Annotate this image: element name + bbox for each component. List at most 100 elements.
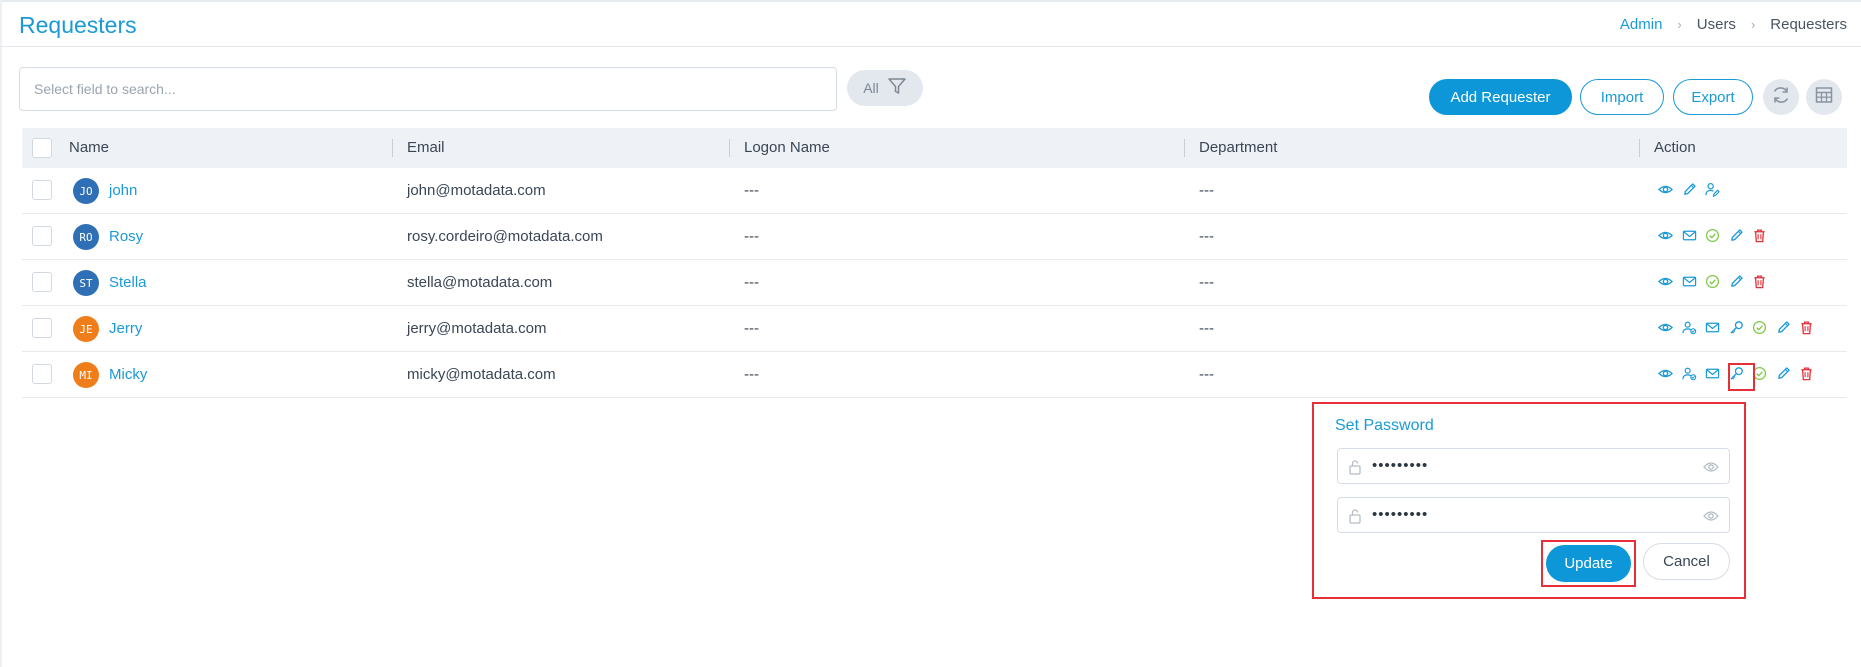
row-checkbox[interactable] (32, 318, 52, 338)
column-divider[interactable] (729, 139, 730, 157)
requester-name-link[interactable]: Rosy (109, 228, 143, 245)
department-cell: --- (1199, 366, 1214, 383)
row-actions (1657, 319, 1822, 336)
left-border (0, 0, 2, 667)
avatar: ST (73, 270, 99, 296)
check-circle-icon[interactable] (1751, 319, 1768, 336)
eye-icon[interactable] (1703, 460, 1719, 478)
breadcrumb-requesters: Requesters (1770, 16, 1847, 33)
column-settings-button[interactable] (1806, 79, 1842, 115)
users-icon[interactable] (1681, 365, 1698, 382)
filter-icon (887, 76, 907, 101)
email-cell: jerry@motadata.com (407, 320, 547, 337)
eye-icon[interactable] (1657, 319, 1674, 336)
column-divider[interactable] (392, 139, 393, 157)
email-cell: rosy.cordeiro@motadata.com (407, 228, 603, 245)
set-password-title: Set Password (1335, 417, 1434, 434)
check-circle-icon[interactable] (1704, 273, 1721, 290)
mail-icon[interactable] (1704, 319, 1721, 336)
eye-icon[interactable] (1657, 365, 1674, 382)
export-button[interactable]: Export (1673, 79, 1753, 115)
search-input[interactable] (19, 67, 837, 111)
breadcrumb-users[interactable]: Users (1697, 16, 1736, 33)
logon-name-cell: --- (744, 320, 759, 337)
column-header-name[interactable]: Name (69, 128, 109, 168)
trash-icon[interactable] (1798, 319, 1815, 336)
page-header: Requesters Admin › Users › Requesters (0, 2, 1861, 47)
mail-icon[interactable] (1681, 273, 1698, 290)
edit-icon[interactable] (1728, 273, 1745, 290)
cancel-button[interactable]: Cancel (1643, 543, 1730, 580)
table-row: RO Rosy rosy.cordeiro@motadata.com --- --- (22, 214, 1847, 260)
edit-icon[interactable] (1681, 181, 1698, 198)
mail-icon[interactable] (1704, 365, 1721, 382)
eye-icon[interactable] (1703, 509, 1719, 527)
avatar: JE (73, 316, 99, 342)
eye-icon[interactable] (1657, 181, 1674, 198)
requester-name-link[interactable]: Stella (109, 274, 147, 291)
import-button[interactable]: Import (1580, 79, 1664, 115)
page-title: Requesters (19, 12, 137, 38)
user-edit-icon[interactable] (1704, 181, 1721, 198)
row-checkbox[interactable] (32, 226, 52, 246)
logon-name-cell: --- (744, 228, 759, 245)
lock-icon (1348, 508, 1362, 529)
check-circle-icon[interactable] (1704, 227, 1721, 244)
add-requester-button[interactable]: Add Requester (1429, 79, 1572, 115)
breadcrumb-admin[interactable]: Admin (1620, 16, 1663, 33)
update-button[interactable]: Update (1546, 545, 1631, 582)
trash-icon[interactable] (1798, 365, 1815, 382)
department-cell: --- (1199, 320, 1214, 337)
trash-icon[interactable] (1751, 273, 1768, 290)
table-body: JO john john@motadata.com --- --- RO Rosy rosy.… (22, 168, 1847, 398)
avatar-initials: JE (79, 322, 93, 336)
logon-name-cell: --- (744, 366, 759, 383)
table-row: ST Stella stella@motadata.com --- --- (22, 260, 1847, 306)
row-actions (1657, 227, 1775, 244)
edit-icon[interactable] (1728, 227, 1745, 244)
requester-name-link[interactable]: Jerry (109, 320, 142, 337)
edit-icon[interactable] (1775, 319, 1792, 336)
select-all-checkbox[interactable] (32, 138, 52, 158)
avatar: MI (73, 362, 99, 388)
table-columns-icon (1814, 85, 1834, 110)
key-icon[interactable] (1728, 319, 1745, 336)
filter-label: All (863, 80, 879, 96)
users-icon[interactable] (1681, 319, 1698, 336)
row-checkbox[interactable] (32, 180, 52, 200)
password-value: ••••••••• (1372, 457, 1429, 474)
refresh-icon (1770, 84, 1792, 111)
column-header-department[interactable]: Department (1199, 128, 1277, 168)
requester-name-link[interactable]: john (109, 182, 137, 199)
department-cell: --- (1199, 182, 1214, 199)
row-checkbox[interactable] (32, 364, 52, 384)
column-header-email[interactable]: Email (407, 128, 445, 168)
avatar-initials: MI (79, 368, 93, 382)
avatar-initials: RO (79, 230, 93, 244)
trash-icon[interactable] (1751, 227, 1768, 244)
requester-name-link[interactable]: Micky (109, 366, 147, 383)
column-divider[interactable] (1639, 139, 1640, 157)
lock-icon (1348, 459, 1362, 480)
row-actions (1657, 181, 1728, 198)
eye-icon[interactable] (1657, 227, 1674, 244)
avatar-initials: JO (79, 184, 93, 198)
edit-icon[interactable] (1775, 365, 1792, 382)
row-checkbox[interactable] (32, 272, 52, 292)
column-divider[interactable] (1184, 139, 1185, 157)
filter-button[interactable]: All (847, 70, 923, 106)
mail-icon[interactable] (1681, 227, 1698, 244)
table-header: Name Email Logon Name Department Action (22, 128, 1847, 168)
eye-icon[interactable] (1657, 273, 1674, 290)
confirm-password-field[interactable]: ••••••••• (1337, 497, 1730, 533)
set-password-popover: Set Password ••••••••• ••••••••• Update … (1312, 402, 1746, 599)
email-cell: micky@motadata.com (407, 366, 556, 383)
confirm-password-value: ••••••••• (1372, 506, 1429, 523)
password-field[interactable]: ••••••••• (1337, 448, 1730, 484)
refresh-button[interactable] (1763, 79, 1799, 115)
email-cell: john@motadata.com (407, 182, 546, 199)
breadcrumb: Admin › Users › Requesters (1620, 16, 1847, 33)
chevron-right-icon: › (1677, 17, 1682, 32)
column-header-logon-name[interactable]: Logon Name (744, 128, 830, 168)
table-row: JO john john@motadata.com --- --- (22, 168, 1847, 214)
